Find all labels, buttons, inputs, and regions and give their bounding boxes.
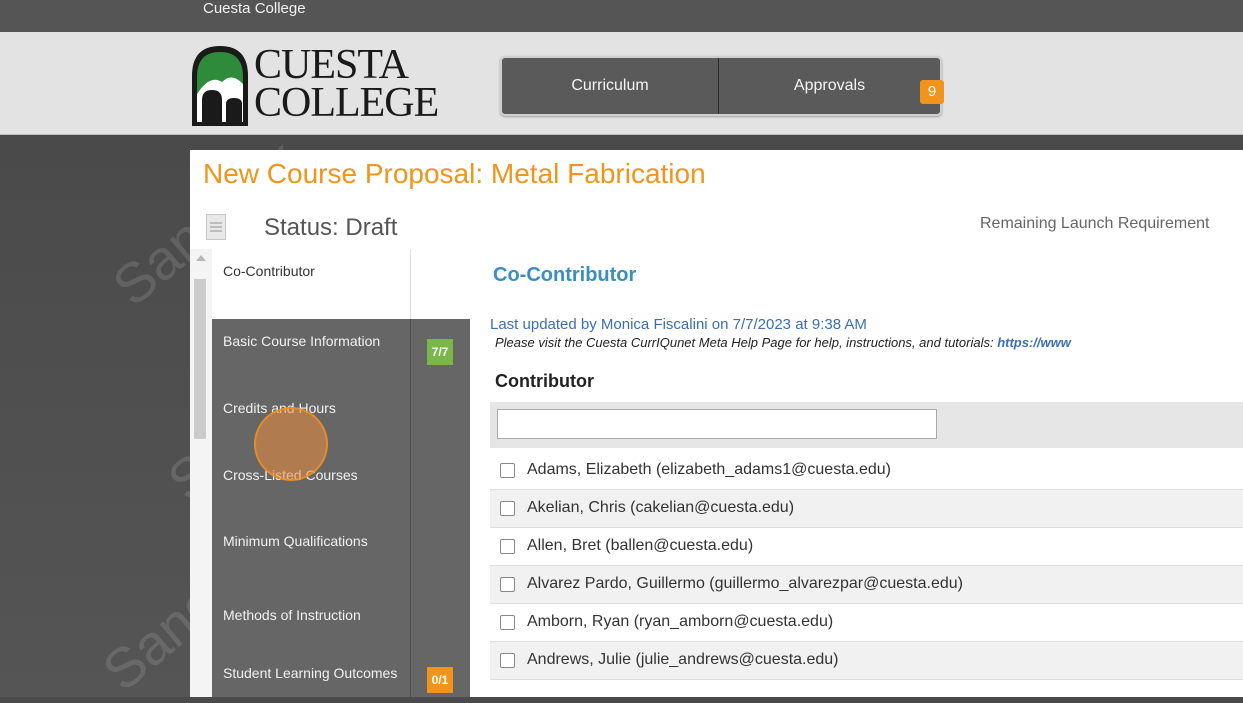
contributor-heading: Contributor: [495, 371, 594, 391]
logo-line1: CUESTA: [254, 42, 409, 88]
click-indicator: [254, 407, 328, 481]
nav-curriculum[interactable]: Curriculum: [502, 58, 719, 114]
help-text-body: Please visit the Cuesta CurrIQunet Meta …: [495, 335, 998, 350]
section-content: Co-Contributor Last updated by Monica Fi…: [470, 249, 1243, 697]
sidebar-divider: [410, 319, 411, 385]
sidebar-divider: [410, 385, 411, 451]
background-area: Sandbox Sandbox Sandbox: [0, 127, 365, 703]
sidebar-item-minimum-qualifications[interactable]: Minimum Qualifications: [212, 519, 470, 587]
page-title: New Course Proposal: Metal Fabrication: [203, 158, 706, 189]
contributor-name: Alvarez Pardo, Guillermo (guillermo_alva…: [527, 575, 963, 592]
contributor-checkbox[interactable]: [500, 615, 515, 630]
contributor-checkbox[interactable]: [500, 577, 515, 592]
completion-badge: 0/1: [427, 667, 453, 693]
sidebar-item-label: Basic Course Information: [223, 333, 381, 349]
contributor-row[interactable]: Adams, Elizabeth (elizabeth_adams1@cuest…: [490, 452, 1243, 490]
contributor-row[interactable]: Akelian, Chris (cakelian@cuesta.edu): [490, 490, 1243, 528]
main-nav: Curriculum Approvals: [500, 56, 942, 116]
logo-line2: COLLEGE: [254, 80, 439, 126]
sidebar-item-label: Methods of Instruction: [223, 607, 361, 623]
sidebar-item-label: Minimum Qualifications: [223, 533, 368, 549]
sidebar-item-basic-course-information[interactable]: Basic Course Information 7/7: [212, 319, 470, 386]
contributor-name: Amborn, Ryan (ryan_amborn@cuesta.edu): [527, 613, 834, 630]
completion-badge: 7/7: [427, 339, 453, 365]
scroll-thumb[interactable]: [194, 279, 206, 439]
sidebar-item-label: Co-Contributor: [223, 263, 315, 279]
contributor-row[interactable]: Andrews, Julie (julie_andrews@cuesta.edu…: [490, 642, 1243, 680]
contributor-search-bar: [490, 402, 1243, 448]
sidebar-item-student-learning-outcomes[interactable]: Student Learning Outcomes 0/1: [212, 653, 470, 698]
proposal-status: Status: Draft: [264, 214, 398, 241]
contributor-row[interactable]: Alvarez Pardo, Guillermo (guillermo_alva…: [490, 566, 1243, 604]
approvals-count-badge: 9: [920, 80, 944, 104]
section-sidebar: Co-Contributor Basic Course Information …: [190, 249, 470, 698]
proposal-panel: New Course Proposal: Metal Fabrication S…: [190, 150, 1243, 698]
sidebar-item-methods-of-instruction[interactable]: Methods of Instruction: [212, 586, 470, 654]
contributor-name: Adams, Elizabeth (elizabeth_adams1@cuest…: [527, 461, 891, 478]
sidebar-item-label: Student Learning Outcomes: [223, 665, 398, 681]
contributor-row[interactable]: Allen, Bret (ballen@cuesta.edu): [490, 528, 1243, 566]
help-text: Please visit the Cuesta CurrIQunet Meta …: [495, 335, 1071, 350]
sidebar-scrollbar[interactable]: [190, 249, 212, 697]
mission-arch-icon: [192, 46, 248, 126]
help-page-link[interactable]: https://www: [997, 335, 1071, 350]
sidebar-divider: [410, 586, 411, 653]
contributor-checkbox[interactable]: [500, 463, 515, 478]
last-updated-text: Last updated by Monica Fiscalini on 7/7/…: [490, 316, 867, 333]
section-title: Co-Contributor: [493, 264, 637, 286]
remaining-launch-requirements[interactable]: Remaining Launch Requirement: [980, 215, 1209, 233]
sidebar-item-co-contributor[interactable]: Co-Contributor: [212, 249, 470, 320]
sidebar-divider: [410, 249, 411, 319]
scroll-up-arrow-icon[interactable]: [196, 255, 206, 261]
college-home-link[interactable]: Cuesta College: [203, 0, 306, 17]
contributor-name: Allen, Bret (ballen@cuesta.edu): [527, 537, 754, 554]
contributor-checkbox[interactable]: [500, 501, 515, 516]
sidebar-divider: [410, 451, 411, 519]
contributor-name: Akelian, Chris (cakelian@cuesta.edu): [527, 499, 795, 516]
sidebar-item-credits-and-hours[interactable]: Credits and Hours: [212, 385, 470, 452]
contributor-checkbox[interactable]: [500, 539, 515, 554]
site-header: CUESTA COLLEGE Curriculum Approvals 9: [0, 32, 1243, 135]
contributor-checkbox[interactable]: [500, 653, 515, 668]
logo-text: CUESTA COLLEGE: [254, 42, 439, 126]
document-icon: [206, 214, 226, 240]
contributor-search-input[interactable]: [497, 409, 937, 439]
sidebar-item-cross-listed-courses[interactable]: Cross-Listed Courses: [212, 451, 470, 520]
cuesta-college-logo[interactable]: CUESTA COLLEGE: [188, 42, 439, 127]
contributor-row[interactable]: Amborn, Ryan (ryan_amborn@cuesta.edu): [490, 604, 1243, 642]
sidebar-divider: [410, 519, 411, 586]
top-strip: Cuesta College: [0, 0, 1243, 32]
sidebar-divider: [410, 653, 411, 697]
contributor-name: Andrews, Julie (julie_andrews@cuesta.edu…: [527, 651, 839, 668]
nav-approvals[interactable]: Approvals: [719, 58, 940, 114]
